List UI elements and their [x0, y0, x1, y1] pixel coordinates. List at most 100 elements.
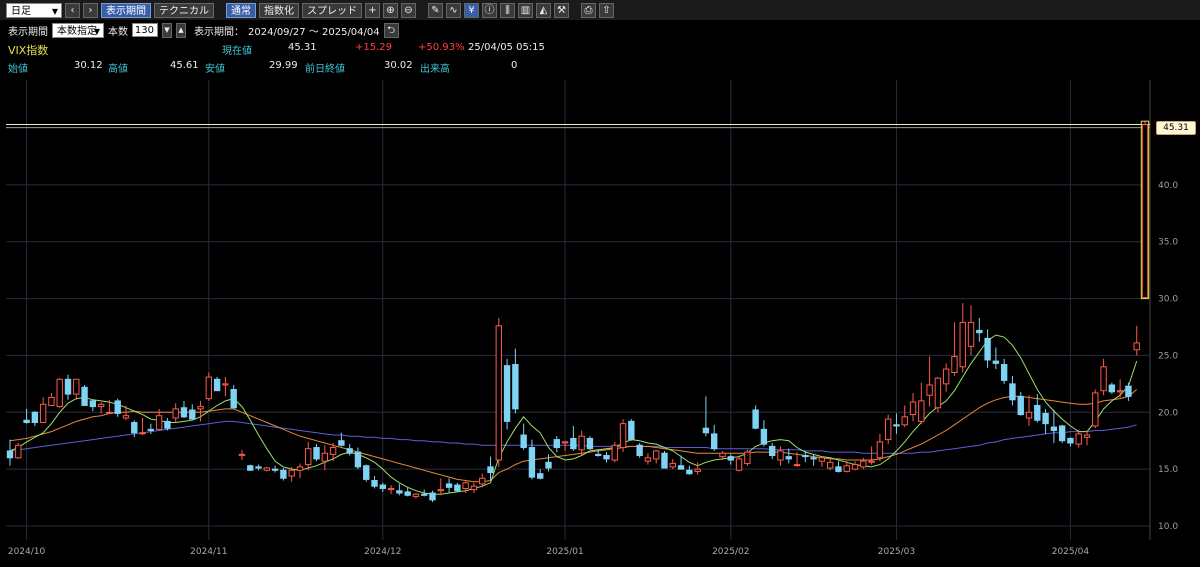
- candle-up: [387, 487, 395, 491]
- mode-select-value: 本数指定: [57, 25, 97, 37]
- candle-up: [884, 418, 892, 441]
- count-input[interactable]: 130: [132, 23, 158, 37]
- candle-up: [1116, 390, 1124, 393]
- candle-up: [918, 400, 925, 422]
- wrench-icon[interactable]: ⚒: [554, 2, 569, 18]
- candle-up: [495, 325, 502, 461]
- candle-up: [155, 415, 163, 430]
- candle-up: [669, 462, 676, 468]
- line-tool-icon[interactable]: ∿: [446, 2, 461, 18]
- candle-up: [321, 452, 329, 462]
- candle-down: [628, 420, 635, 441]
- candle-down: [686, 469, 693, 475]
- candle-down: [230, 389, 237, 409]
- open-value: 30.12: [74, 60, 103, 71]
- candle-up: [122, 415, 130, 419]
- candle-up: [818, 457, 826, 462]
- info-icon[interactable]: ⓘ: [482, 2, 497, 18]
- candle-up: [1100, 366, 1107, 392]
- dropdown-arrow-icon: ▼: [93, 26, 100, 36]
- candle-down: [379, 484, 387, 489]
- change-value: +15.29: [355, 42, 393, 53]
- candle-down: [396, 490, 403, 494]
- candle-down: [89, 400, 97, 408]
- candle-down: [6, 450, 14, 459]
- candle-down: [503, 365, 511, 422]
- candle-up: [205, 376, 213, 400]
- count-label: 本数: [108, 26, 128, 38]
- pencil-icon[interactable]: ✎: [428, 2, 443, 18]
- candle-down: [1067, 437, 1074, 444]
- candle-down: [512, 364, 519, 410]
- y-tick-label: 15.0: [1158, 465, 1178, 475]
- candle-down: [1050, 426, 1058, 431]
- candle-up: [462, 482, 469, 489]
- candle-down: [64, 378, 72, 395]
- volume-label: 出来高: [420, 64, 450, 75]
- y-tick-label: 20.0: [1158, 408, 1178, 418]
- stepper-up-icon[interactable]: ▲: [176, 22, 186, 38]
- candle-down: [984, 337, 991, 361]
- chevron-right-icon[interactable]: ›: [83, 2, 98, 18]
- dropdown-arrow-icon: ▼: [51, 6, 58, 16]
- stepper-down-icon[interactable]: ▼: [162, 22, 172, 38]
- period-select[interactable]: 日足 ▼: [6, 2, 62, 18]
- candle-up: [694, 468, 701, 472]
- candle-down: [280, 469, 287, 479]
- y-tick-label: 35.0: [1158, 238, 1178, 248]
- candle-up: [926, 384, 933, 396]
- candle-up: [644, 457, 652, 462]
- candle-down: [1034, 404, 1041, 421]
- normal-mode-button[interactable]: 通常: [226, 2, 256, 18]
- candle-down: [785, 456, 792, 460]
- print-icon[interactable]: ⎙: [581, 2, 596, 18]
- spread-mode-button[interactable]: スプレッド: [302, 2, 362, 18]
- candle-down: [189, 409, 196, 420]
- candle-up: [56, 378, 63, 408]
- candle-down: [180, 407, 188, 418]
- refresh-icon[interactable]: ⮌: [383, 22, 399, 38]
- candle-down: [976, 329, 983, 334]
- candle-up: [744, 451, 751, 464]
- candle-icon[interactable]: ⫼: [500, 2, 515, 18]
- ohlc-row: 始値 30.12 高値 45.61 安値 29.99 前日終値 30.02 出来…: [0, 60, 1200, 78]
- candle-down: [31, 411, 39, 424]
- prev-close-label: 前日終値: [305, 64, 345, 75]
- candle-up: [876, 441, 884, 459]
- index-mode-button[interactable]: 指数化: [259, 2, 299, 18]
- zoom-out-icon[interactable]: ⊖: [401, 2, 416, 18]
- chevron-left-icon[interactable]: ‹: [65, 2, 80, 18]
- candle-down: [1058, 425, 1066, 442]
- candle-down: [23, 419, 30, 424]
- candle-down: [835, 466, 842, 472]
- candle-up: [901, 416, 908, 426]
- candle-up: [793, 464, 801, 467]
- candle-down: [702, 427, 710, 434]
- candle-up: [97, 403, 105, 408]
- zoom-in-icon[interactable]: ⊕: [383, 2, 398, 18]
- mode-select[interactable]: 本数指定 ▼: [52, 22, 104, 38]
- period-button[interactable]: 表示期間: [101, 2, 151, 18]
- quote-datetime: 25/04/05 05:15: [468, 42, 545, 53]
- candle-down: [371, 480, 378, 487]
- technical-button[interactable]: テクニカル: [154, 2, 214, 18]
- yen-icon[interactable]: ¥: [464, 2, 479, 18]
- y-tick-label: 30.0: [1158, 295, 1178, 305]
- quote-row: VIX指数 現在値 45.31 +15.29 +50.93% 25/04/05 …: [0, 42, 1200, 60]
- bar-chart-icon[interactable]: ▥: [518, 2, 533, 18]
- candle-down: [1125, 385, 1132, 397]
- price-chart[interactable]: 45.040.035.030.025.020.015.010.02024/102…: [0, 78, 1200, 564]
- crosshair-icon[interactable]: +: [365, 2, 380, 18]
- x-tick-label: 2024/10: [8, 547, 46, 557]
- ma-short-line: [9, 334, 1138, 495]
- candle-down: [760, 428, 768, 445]
- candle-up: [39, 403, 47, 424]
- candle-up: [1025, 411, 1033, 419]
- candle-up: [934, 377, 942, 409]
- export-icon[interactable]: ⇧: [599, 2, 614, 18]
- candle-up: [719, 452, 726, 458]
- candle-down: [131, 422, 138, 434]
- area-chart-icon[interactable]: ◭: [536, 2, 551, 18]
- candlestick-chart[interactable]: 45.040.035.030.025.020.015.010.02024/102…: [0, 78, 1200, 564]
- instrument-name: VIX指数: [8, 44, 49, 57]
